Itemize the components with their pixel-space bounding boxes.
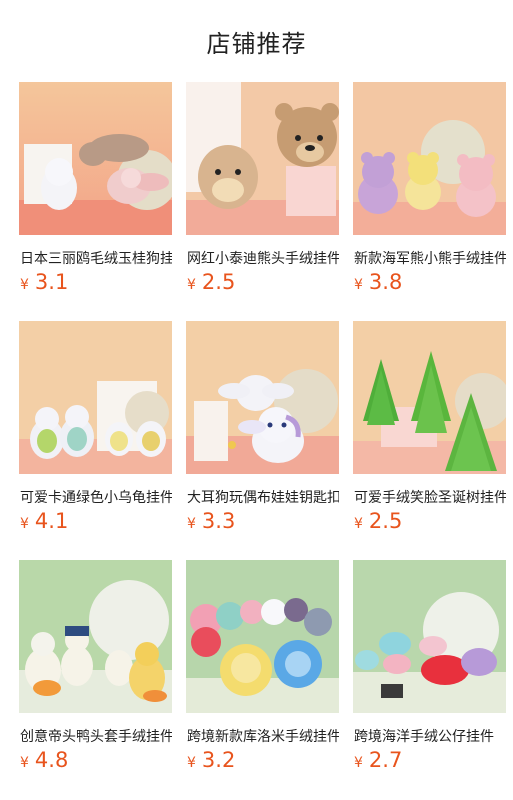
currency-symbol: ¥	[20, 516, 29, 532]
product-price: ¥4.1	[20, 509, 68, 533]
product-card[interactable]: 网红小泰迪熊头手绒挂件 ¥2.5	[186, 82, 339, 294]
currency-symbol: ¥	[354, 755, 363, 771]
product-image[interactable]	[353, 82, 506, 235]
currency-symbol: ¥	[354, 277, 363, 293]
product-price: ¥3.2	[187, 748, 235, 772]
product-image[interactable]	[186, 321, 339, 474]
product-image[interactable]	[353, 321, 506, 474]
product-card[interactable]: 日本三丽鸥毛绒玉桂狗挂件 ¥3.1	[19, 82, 172, 294]
product-name[interactable]: 新款海军熊小熊手绒挂件	[354, 248, 506, 268]
product-price: ¥3.8	[354, 270, 402, 294]
product-image[interactable]	[186, 560, 339, 713]
product-card[interactable]: 新款海军熊小熊手绒挂件 ¥3.8	[353, 82, 506, 294]
price-value: 2.7	[368, 748, 403, 772]
product-price: ¥2.5	[187, 270, 235, 294]
product-image[interactable]	[19, 321, 172, 474]
product-image[interactable]	[19, 560, 172, 713]
product-card[interactable]: 跨境新款库洛米手绒挂件 ¥3.2	[186, 560, 339, 772]
product-name[interactable]: 可爱卡通绿色小乌龟挂件	[20, 487, 172, 507]
currency-symbol: ¥	[187, 516, 196, 532]
product-price: ¥3.1	[20, 270, 68, 294]
product-grid: 日本三丽鸥毛绒玉桂狗挂件 ¥3.1 网红小泰迪熊头手绒挂件 ¥ 2.5 新款海军…	[19, 82, 507, 772]
product-name[interactable]: 可爱手绒笑脸圣诞树挂件	[354, 487, 506, 507]
product-card[interactable]: 创意帝头鸭头套手绒挂件 ¥4.8	[19, 560, 172, 772]
product-price: ¥2.5	[354, 509, 402, 533]
product-price: ¥4.8	[20, 748, 68, 772]
product-price: ¥3.3	[187, 509, 235, 533]
product-image[interactable]	[353, 560, 506, 713]
currency-symbol: ¥	[187, 277, 196, 293]
product-image[interactable]	[19, 82, 172, 235]
price-value: 3.1	[34, 270, 69, 294]
product-name[interactable]: 跨境海洋手绒公仔挂件	[354, 726, 506, 746]
price-value: 3.8	[368, 270, 403, 294]
product-price: ¥2.7	[354, 748, 402, 772]
currency-symbol: ¥	[354, 516, 363, 532]
page-title: 店铺推荐	[206, 30, 307, 58]
product-name[interactable]: 大耳狗玩偶布娃娃钥匙扣	[187, 487, 339, 507]
price-value: 2.5	[201, 270, 236, 294]
product-card[interactable]: 可爱手绒笑脸圣诞树挂件 ¥2.5	[353, 321, 506, 533]
currency-symbol: ¥	[20, 755, 29, 771]
price-value: 4.1	[34, 509, 69, 533]
product-card[interactable]: 大耳狗玩偶布娃娃钥匙扣 ¥3.3	[186, 321, 339, 533]
product-name[interactable]: 日本三丽鸥毛绒玉桂狗挂件	[20, 248, 172, 268]
price-value: 3.2	[201, 748, 236, 772]
product-name[interactable]: 跨境新款库洛米手绒挂件	[187, 726, 339, 746]
price-value: 4.8	[34, 748, 69, 772]
price-value: 3.3	[201, 509, 236, 533]
currency-symbol: ¥	[187, 755, 196, 771]
product-card[interactable]: 可爱卡通绿色小乌龟挂件 ¥4.1	[19, 321, 172, 533]
currency-symbol: ¥	[20, 277, 29, 293]
product-name[interactable]: 创意帝头鸭头套手绒挂件	[20, 726, 172, 746]
price-value: 2.5	[368, 509, 403, 533]
product-image[interactable]	[186, 82, 339, 235]
product-card[interactable]: 跨境海洋手绒公仔挂件 ¥2.7	[353, 560, 506, 772]
product-name[interactable]: 网红小泰迪熊头手绒挂件	[187, 248, 339, 268]
